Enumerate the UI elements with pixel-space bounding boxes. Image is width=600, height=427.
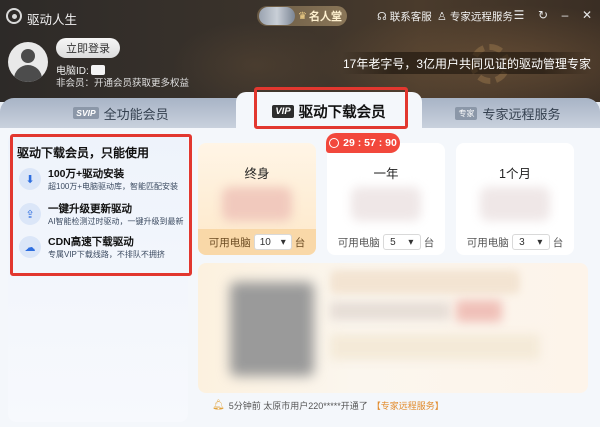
feature-name: 100万+驱动安装 — [48, 168, 125, 180]
plan-price — [222, 187, 292, 221]
plan-price — [480, 187, 550, 221]
tab-svip-label: 全功能会员 — [103, 106, 169, 122]
fame-hall-label: 名人堂 — [308, 11, 342, 23]
countdown-value: 29 : 57 : 90 — [343, 137, 397, 149]
crown-icon: ♛ — [298, 10, 307, 22]
payment-info — [456, 300, 502, 322]
feature-item: ⬇ 100万+驱动安装 超100万+电脑驱动库，智能匹配安装 — [19, 168, 178, 193]
feature-desc: 超100万+电脑驱动库，智能匹配安装 — [48, 182, 179, 191]
feature-title: 驱动下载会员，只能使用 — [17, 146, 150, 160]
membership-status: 非会员：开通会员获取更多权益 — [56, 78, 190, 89]
payment-info — [330, 334, 540, 360]
devices-select[interactable]: 3 ▾ — [511, 234, 550, 250]
tab-expert-label: 专家远程服务 — [482, 106, 561, 122]
feature-item: ⇪ 一键升级更新驱动 AI智能检测过时驱动，一键升级到最新 — [19, 203, 184, 228]
notice-text: 5分钟前 太原市用户220*****开通了 — [228, 401, 368, 411]
avatar[interactable] — [8, 42, 48, 82]
feature-item: ☁ CDN高速下载驱动 专属VIP下载线路，不排队不拥挤 — [19, 236, 165, 261]
plan-devices: 可用电脑 3 ▾ 台 — [456, 229, 574, 255]
notice-highlight: 【专家远程服务】 — [371, 401, 444, 411]
headset-icon: ☊ — [377, 11, 387, 23]
devices-select[interactable]: 10 ▾ — [253, 234, 292, 250]
expert-service-label: 专家远程服务 — [449, 11, 513, 23]
refresh-icon[interactable]: ↻ — [536, 8, 550, 22]
download-icon: ⬇ — [19, 168, 41, 190]
expert-badge: 专家 — [455, 106, 478, 120]
feature-desc: 专属VIP下载线路，不排队不拥挤 — [48, 250, 165, 259]
plan-devices: 可用电脑 5 ▾ 台 — [327, 229, 445, 255]
clock-icon — [329, 138, 340, 148]
expert-service-button[interactable]: ♙ 专家远程服务 — [437, 9, 513, 24]
plan-card-month[interactable]: 1个月 可用电脑 3 ▾ 台 — [456, 143, 574, 255]
plan-name: 1个月 — [499, 167, 531, 181]
payment-info — [330, 302, 450, 320]
payment-info — [330, 270, 520, 294]
close-icon[interactable]: ✕ — [580, 8, 594, 22]
chevron-down-icon: ▾ — [280, 236, 286, 248]
plan-card-lifetime[interactable]: 终身 可用电脑 10 ▾ 台 — [198, 143, 316, 255]
pc-id-value — [90, 64, 105, 75]
tab-svip[interactable]: SVIP 全功能会员 — [0, 98, 242, 128]
feature-name: CDN高速下载驱动 — [48, 236, 134, 248]
chevron-down-icon: ▾ — [537, 236, 543, 248]
highlight-frame-tab — [254, 87, 408, 129]
minimize-icon[interactable]: – — [558, 8, 572, 22]
cdn-icon: ☁ — [19, 236, 41, 258]
login-button[interactable]: 立即登录 — [56, 38, 120, 58]
app-logo-icon — [6, 8, 22, 24]
feature-desc: AI智能检测过时驱动，一键升级到最新 — [48, 217, 184, 226]
devices-select[interactable]: 5 ▾ — [382, 234, 421, 250]
banner-tagline: 17年老字号，3亿用户共同见证的驱动管理专家 — [342, 52, 592, 74]
menu-icon[interactable]: ☰ — [512, 8, 526, 22]
person-icon: ♙ — [437, 11, 447, 23]
support-label: 联系客服 — [389, 11, 432, 23]
upgrade-icon: ⇪ — [19, 203, 41, 225]
countdown-timer: 29 : 57 : 90 — [326, 133, 400, 153]
plan-name: 终身 — [244, 167, 270, 181]
title-bar: 驱动人生 ♛ 名人堂 ☊ 联系客服 ♙ 专家远程服务 ☰ ↻ – ✕ — [0, 0, 600, 32]
tab-expert[interactable]: 专家 专家远程服务 — [416, 98, 600, 128]
fame-hall-avatars — [259, 7, 295, 25]
plan-devices: 可用电脑 10 ▾ 台 — [198, 229, 316, 255]
plan-card-year[interactable]: 一年 可用电脑 5 ▾ 台 — [327, 143, 445, 255]
svip-badge: SVIP — [73, 107, 99, 119]
bell-icon: 🔔︎ — [212, 400, 225, 411]
payment-qr-code[interactable] — [230, 282, 314, 376]
chevron-down-icon: ▾ — [408, 236, 414, 248]
purchase-notice: 🔔︎ 5分钟前 太原市用户220*****开通了 【专家远程服务】 — [212, 399, 444, 412]
feature-name: 一键升级更新驱动 — [48, 203, 132, 215]
plan-price — [351, 187, 421, 221]
app-title: 驱动人生 — [27, 13, 78, 27]
support-button[interactable]: ☊ 联系客服 — [377, 9, 432, 24]
fame-hall-button[interactable]: ♛ 名人堂 — [257, 6, 347, 26]
plan-name: 一年 — [373, 167, 399, 181]
